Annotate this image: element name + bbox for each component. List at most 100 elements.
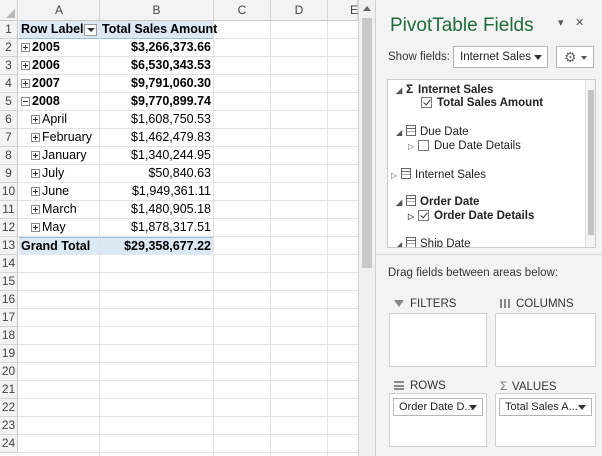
total-sales-amount-header[interactable]: Total Sales Amount [100, 21, 217, 39]
row-number[interactable]: 1 [0, 21, 18, 39]
collapse-arrow-icon[interactable]: ◢ [396, 125, 406, 141]
row-number[interactable]: 3 [0, 57, 18, 75]
filters-drop-area[interactable] [389, 313, 487, 367]
select-all-corner[interactable] [0, 0, 18, 21]
row-number[interactable]: 18 [0, 327, 18, 345]
grand-total-value[interactable]: $29,358,677.22 [100, 237, 213, 255]
scrollbar-thumb[interactable] [588, 90, 594, 235]
expand-icon[interactable] [21, 61, 30, 70]
collapse-arrow-icon[interactable]: ◢ [396, 83, 406, 99]
scrollbar-thumb[interactable] [362, 18, 372, 268]
field-due-date-details[interactable]: ▷ Due Date Details [408, 138, 521, 154]
row-number[interactable]: 2 [0, 39, 18, 57]
row-number[interactable]: 9 [0, 165, 18, 183]
month-label-cell[interactable]: April [19, 111, 99, 129]
tools-button[interactable]: ⚙ [556, 46, 594, 68]
row-number[interactable]: 14 [0, 255, 18, 273]
month-value-cell[interactable]: $1,878,317.51 [100, 219, 213, 237]
expand-icon[interactable] [21, 43, 30, 52]
values-drop-area[interactable]: Total Sales A... [495, 393, 596, 447]
row-number[interactable]: 5 [0, 93, 18, 111]
month-label-cell[interactable]: May [19, 219, 99, 237]
field-group-ship-date[interactable]: ◢ Ship Date [396, 236, 471, 247]
month-label-cell[interactable]: June [19, 183, 99, 201]
month-label-cell[interactable]: January [19, 147, 99, 165]
field-group-internet-sales-table[interactable]: ▷ Internet Sales [391, 167, 486, 183]
month-value-cell[interactable]: $1,949,361.11 [100, 183, 213, 201]
month-label-cell[interactable]: February [19, 129, 99, 147]
collapse-icon[interactable] [21, 97, 30, 106]
row-number[interactable]: 22 [0, 399, 18, 417]
row-number[interactable]: 12 [0, 219, 18, 237]
field-total-sales-amount[interactable]: Total Sales Amount [421, 95, 543, 111]
expand-icon[interactable] [31, 223, 40, 232]
sheet-vertical-scrollbar[interactable] [358, 0, 375, 456]
rows-drop-area[interactable]: Order Date D... [389, 393, 487, 447]
month-value-cell[interactable]: $1,340,244.95 [100, 147, 213, 165]
worksheet-grid[interactable]: A B C D E 1 Row Labels Total Sales Amoun… [0, 0, 358, 456]
pane-options-dropdown-icon[interactable]: ▾ [558, 16, 564, 29]
columns-drop-area[interactable] [495, 313, 596, 367]
checkbox-unchecked[interactable] [418, 140, 429, 151]
year-label-cell[interactable]: 2008 [19, 93, 99, 111]
year-value-cell[interactable]: $6,530,343.53 [100, 57, 213, 75]
column-header-c[interactable]: C [214, 0, 271, 21]
year-value-cell[interactable]: $9,791,060.30 [100, 75, 213, 93]
collapse-arrow-icon[interactable]: ◢ [396, 237, 406, 247]
chevron-down-icon[interactable] [578, 405, 586, 410]
row-number[interactable]: 11 [0, 201, 18, 219]
checkbox-checked[interactable] [421, 97, 432, 108]
row-number[interactable]: 19 [0, 345, 18, 363]
row-number[interactable]: 13 [0, 237, 18, 255]
checkbox-checked[interactable] [418, 210, 429, 221]
close-icon[interactable]: ✕ [575, 16, 584, 29]
row-labels-filter-button[interactable] [84, 24, 97, 36]
year-label-cell[interactable]: 2005 [19, 39, 99, 57]
row-number[interactable]: 10 [0, 183, 18, 201]
month-value-cell[interactable]: $50,840.63 [100, 165, 213, 183]
pane-splitter[interactable] [376, 254, 602, 255]
row-number[interactable]: 17 [0, 309, 18, 327]
expand-icon[interactable] [31, 151, 40, 160]
expand-arrow-icon[interactable]: ▷ [408, 139, 418, 155]
expand-icon[interactable] [31, 205, 40, 214]
year-value-cell[interactable]: $9,770,899.74 [100, 93, 213, 111]
year-value-cell[interactable]: $3,266,373.66 [100, 39, 213, 57]
expand-icon[interactable] [21, 79, 30, 88]
year-label-cell[interactable]: 2006 [19, 57, 99, 75]
year-label-cell[interactable]: 2007 [19, 75, 99, 93]
expand-icon[interactable] [31, 169, 40, 178]
expand-icon[interactable] [31, 115, 40, 124]
expand-icon[interactable] [31, 133, 40, 142]
column-header-d[interactable]: D [271, 0, 328, 21]
month-value-cell[interactable]: $1,462,479.83 [100, 129, 213, 147]
grand-total-label[interactable]: Grand Total [19, 237, 99, 255]
month-value-cell[interactable]: $1,608,750.53 [100, 111, 213, 129]
row-number[interactable]: 23 [0, 417, 18, 435]
chevron-down-icon[interactable] [469, 405, 477, 410]
row-number[interactable]: 15 [0, 273, 18, 291]
expand-icon[interactable] [31, 187, 40, 196]
expand-arrow-icon[interactable]: ▷ [408, 209, 418, 225]
month-label-cell[interactable]: March [19, 201, 99, 219]
row-number[interactable]: 21 [0, 381, 18, 399]
row-number[interactable]: 7 [0, 129, 18, 147]
show-fields-select[interactable]: Internet Sales [453, 46, 548, 68]
row-number[interactable]: 16 [0, 291, 18, 309]
scroll-up-arrow-icon[interactable] [363, 6, 371, 11]
row-number[interactable]: 8 [0, 147, 18, 165]
column-header-e[interactable]: E [328, 0, 358, 21]
field-order-date-details[interactable]: ▷ Order Date Details [408, 208, 534, 224]
month-value-cell[interactable]: $1,480,905.18 [100, 201, 213, 219]
row-number[interactable]: 24 [0, 435, 18, 453]
field-list[interactable]: ◢ Σ Internet Sales Total Sales Amount ◢ Due… [387, 79, 596, 248]
values-field-chip[interactable]: Total Sales A... [499, 398, 592, 416]
field-list-scrollbar[interactable] [585, 80, 595, 247]
expand-arrow-icon[interactable]: ▷ [391, 168, 401, 184]
row-number[interactable]: 20 [0, 363, 18, 381]
rows-field-chip[interactable]: Order Date D... [393, 398, 483, 416]
row-number[interactable]: 6 [0, 111, 18, 129]
month-label-cell[interactable]: July [19, 165, 99, 183]
row-number[interactable]: 4 [0, 75, 18, 93]
column-header-a[interactable]: A [19, 0, 100, 21]
